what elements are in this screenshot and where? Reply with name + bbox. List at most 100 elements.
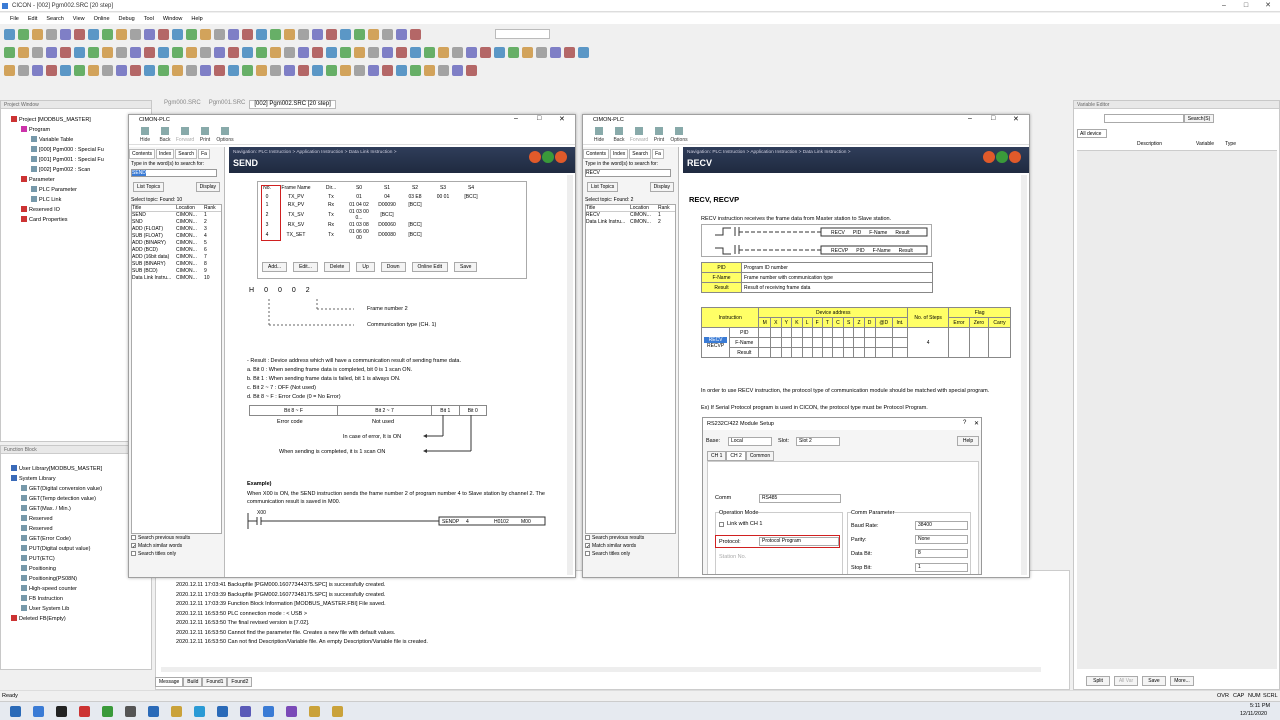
toolbar-button-icon[interactable] — [298, 29, 309, 40]
toolbar-button-icon[interactable] — [46, 47, 57, 58]
topic-row[interactable]: SEND CIMON... 1 — [132, 212, 221, 219]
toolbar-button-icon[interactable] — [382, 47, 393, 58]
taskbar-app-icon[interactable] — [125, 705, 136, 717]
topic-row[interactable]: SUB (BINARY) CIMON... 8 — [132, 261, 221, 268]
help2-print-button[interactable]: Print — [649, 125, 669, 144]
toolbar-button-icon[interactable] — [256, 65, 267, 76]
checkbox[interactable] — [585, 535, 590, 540]
taskbar-app-icon[interactable] — [33, 705, 44, 717]
menu-window[interactable]: Window — [163, 16, 183, 22]
toolbar-button-icon[interactable] — [116, 65, 127, 76]
toolbar-button-icon[interactable] — [368, 65, 379, 76]
toolbar-button-icon[interactable] — [424, 65, 435, 76]
toolbar-button-icon[interactable] — [284, 29, 295, 40]
rs-help-icon[interactable]: ? — [963, 420, 966, 426]
home-icon[interactable] — [542, 151, 554, 163]
topic-row[interactable]: ADD (FLOAT) CIMON... 3 — [132, 226, 221, 233]
frame-button[interactable]: Up — [356, 262, 375, 272]
toolbar-button-icon[interactable] — [256, 47, 267, 58]
toolbar-button-icon[interactable] — [396, 29, 407, 40]
help2-close-icon[interactable]: ✕ — [1013, 115, 1019, 123]
help2-list-topics-button[interactable]: List Topics — [587, 182, 619, 192]
toolbar-button-icon[interactable] — [382, 29, 393, 40]
rs-comm-select[interactable]: RS485 — [759, 494, 841, 503]
toolbar-button-icon[interactable] — [144, 29, 155, 40]
toolbar-button-icon[interactable] — [424, 47, 435, 58]
frame-button[interactable]: Online Edit — [411, 262, 448, 272]
topic-row[interactable]: Data Link Instru... CIMON... 10 — [132, 275, 221, 282]
taskbar-app-icon[interactable] — [217, 705, 228, 717]
minimize-icon[interactable]: – — [1214, 0, 1234, 12]
search-option[interactable]: Search titles only — [131, 551, 222, 559]
toolbar-button-icon[interactable] — [130, 29, 141, 40]
toolbar-button-icon[interactable] — [368, 47, 379, 58]
tab-build[interactable]: Build — [183, 677, 203, 687]
toolbar-button-icon[interactable] — [46, 65, 57, 76]
taskbar-app-icon[interactable] — [56, 705, 67, 717]
maximize-icon[interactable]: □ — [1236, 0, 1256, 12]
tab-message[interactable]: Message — [155, 677, 184, 687]
toolbar-button-icon[interactable] — [18, 47, 29, 58]
variable-grid[interactable] — [1077, 151, 1277, 669]
next-topic-icon[interactable] — [1009, 151, 1021, 163]
help2-options-button[interactable]: Options — [669, 125, 689, 144]
toolbar-button-icon[interactable] — [466, 47, 477, 58]
topic-row[interactable]: ADD (BINARY) CIMON... 5 — [132, 240, 221, 247]
toolbar-button-icon[interactable] — [438, 65, 449, 76]
help1-options-button[interactable]: Options — [215, 125, 235, 144]
checkbox[interactable] — [585, 551, 590, 556]
toolbar-button-icon[interactable] — [270, 47, 281, 58]
tab-pgm001[interactable]: Pgm001.SRC — [205, 100, 250, 109]
toolbar-button-icon[interactable] — [228, 47, 239, 58]
close-icon[interactable]: ✕ — [1258, 0, 1278, 12]
toolbar-button-icon[interactable] — [200, 47, 211, 58]
toolbar-button-icon[interactable] — [312, 47, 323, 58]
home-icon[interactable] — [996, 151, 1008, 163]
help1-search-input[interactable]: SEND — [132, 170, 146, 176]
taskbar-app-icon[interactable] — [286, 705, 297, 717]
tab-pgm002[interactable]: [002] Pgm002.SRC [20 step] — [249, 100, 336, 109]
menu-tool[interactable]: Tool — [144, 16, 154, 22]
toolbar-button-icon[interactable] — [172, 65, 183, 76]
search-option[interactable]: ✓ Match similar words — [131, 543, 222, 551]
toolbar-button-icon[interactable] — [46, 29, 57, 40]
taskbar-app-icon[interactable] — [10, 705, 21, 717]
toolbar-button-icon[interactable] — [270, 29, 281, 40]
toolbar-button-icon[interactable] — [396, 65, 407, 76]
rs-protocol-select[interactable]: Protocol Program — [759, 537, 839, 546]
toolbar-button-icon[interactable] — [550, 47, 561, 58]
toolbar-button-icon[interactable] — [536, 47, 547, 58]
tab-pgm000[interactable]: Pgm000.SRC — [160, 100, 205, 109]
checkbox[interactable]: ✓ — [585, 543, 590, 550]
toolbar-button-icon[interactable] — [480, 47, 491, 58]
help1-minimize-icon[interactable]: – — [514, 115, 518, 122]
zoom-combo[interactable] — [495, 29, 550, 39]
all-var-button[interactable]: All Var — [1114, 676, 1138, 686]
toolbar-button-icon[interactable] — [270, 65, 281, 76]
toolbar-button-icon[interactable] — [578, 47, 589, 58]
toolbar-button-icon[interactable] — [396, 47, 407, 58]
help1-tab-fa[interactable]: Fa — [198, 149, 210, 159]
frame-button[interactable]: Add... — [262, 262, 288, 272]
fb-item[interactable]: High-speed counter — [11, 584, 151, 594]
more-button[interactable]: More... — [1170, 676, 1194, 686]
toolbar-button-icon[interactable] — [242, 65, 253, 76]
help1-tab-search[interactable]: Search — [175, 149, 198, 159]
help2-forward-button[interactable]: Forward — [629, 125, 649, 144]
toolbar-button-icon[interactable] — [116, 47, 127, 58]
help1-forward-button[interactable]: Forward — [175, 125, 195, 144]
toolbar-button-icon[interactable] — [4, 47, 15, 58]
toolbar-button-icon[interactable] — [368, 29, 379, 40]
menu-search[interactable]: Search — [46, 16, 63, 22]
toolbar-button-icon[interactable] — [74, 47, 85, 58]
toolbar-button-icon[interactable] — [172, 47, 183, 58]
toolbar-button-icon[interactable] — [214, 47, 225, 58]
toolbar-button-icon[interactable] — [88, 47, 99, 58]
topic-row[interactable]: ADD (16bit data) CIMON... 7 — [132, 254, 221, 261]
frame-button[interactable]: Delete — [323, 262, 351, 272]
toolbar-button-icon[interactable] — [298, 65, 309, 76]
toolbar-button-icon[interactable] — [340, 47, 351, 58]
toolbar-button-icon[interactable] — [284, 47, 295, 58]
toolbar-button-icon[interactable] — [32, 47, 43, 58]
rs-baud-select[interactable]: 38400 — [915, 521, 968, 530]
